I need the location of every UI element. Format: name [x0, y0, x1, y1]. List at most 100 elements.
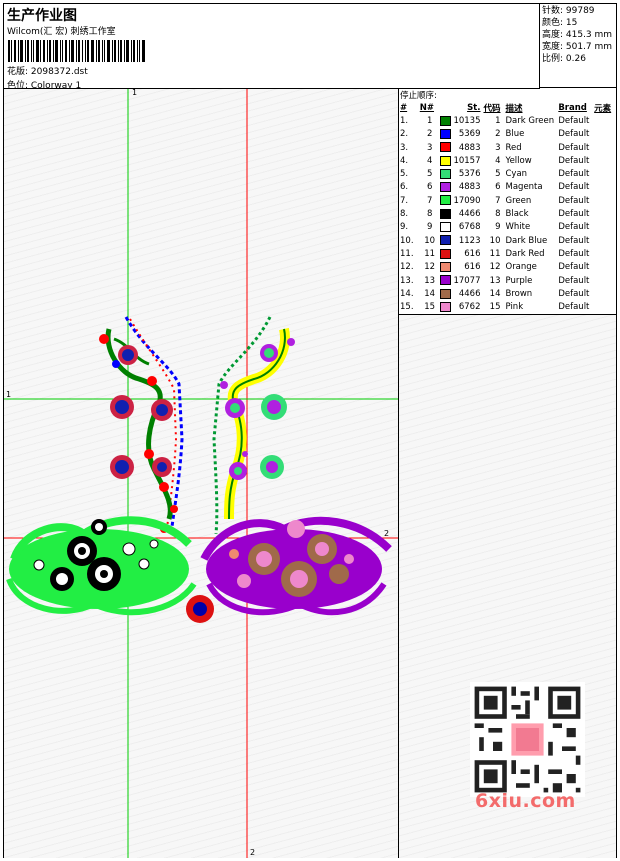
row-element	[594, 114, 616, 127]
table-row: 13. 13 17077 13 Purple Default	[399, 274, 616, 287]
watermark-text: 6xiu.com	[475, 790, 576, 812]
row-code: 1	[495, 115, 501, 126]
design-height: 高度: 415.3 mm	[542, 30, 613, 40]
row-needle: 9	[426, 222, 433, 233]
row-index: 13.	[400, 275, 414, 286]
header-needle: N#	[419, 102, 435, 113]
row-element	[594, 300, 616, 313]
row-needle: 14	[424, 288, 436, 299]
header-element: 元素	[594, 103, 612, 114]
row-description: Magenta	[505, 182, 543, 193]
row-element	[594, 274, 616, 287]
row-description: Yellow	[505, 155, 532, 166]
header-brand: Brand	[558, 102, 587, 113]
row-element	[594, 261, 616, 274]
color-swatch	[439, 141, 454, 154]
color-swatch-box	[439, 128, 451, 139]
qr-code-image	[470, 682, 585, 797]
right-floral-motif	[200, 516, 392, 616]
row-element	[594, 154, 616, 167]
table-row: 9. 9 6768 9 White Default	[399, 221, 616, 234]
row-code: 9	[495, 222, 501, 233]
row-brand: Default	[558, 262, 590, 273]
row-description: Black	[505, 209, 529, 220]
row-index: 14.	[400, 288, 414, 299]
row-description: Pink	[505, 302, 524, 313]
row-needle: 8	[426, 209, 433, 220]
row-needle: 1	[426, 115, 433, 126]
row-needle: 11	[424, 248, 436, 259]
header-code: 代码	[483, 103, 501, 114]
row-index: 15.	[400, 302, 414, 313]
row-description: Purple	[505, 275, 533, 286]
row-needle: 2	[426, 129, 433, 140]
color-swatch-box	[439, 208, 451, 219]
row-description: Brown	[505, 288, 533, 299]
barcode-image	[8, 40, 145, 62]
row-brand: Default	[558, 195, 590, 206]
page-title: 生产作业图	[7, 8, 77, 24]
row-brand: Default	[558, 288, 590, 299]
row-brand: Default	[558, 248, 590, 259]
color-swatch	[439, 221, 454, 234]
row-brand: Default	[558, 302, 590, 313]
row-index: 3.	[400, 142, 409, 153]
color-swatch	[439, 167, 454, 180]
row-code: 11	[489, 248, 501, 259]
left-neck-band	[99, 316, 184, 533]
color-swatch	[439, 274, 454, 287]
row-brand: Default	[558, 129, 590, 140]
row-element	[594, 287, 616, 300]
color-swatch-box	[439, 235, 451, 246]
row-needle: 5	[426, 169, 433, 180]
row-stitches: 10135	[453, 115, 481, 126]
row-stitches: 616	[464, 262, 481, 273]
table-row: 7. 7 17090 7 Green Default	[399, 194, 616, 207]
row-description: Dark Red	[505, 248, 545, 259]
table-row: 4. 4 10157 4 Yellow Default	[399, 154, 616, 167]
design-scale: 比例: 0.26	[542, 54, 586, 64]
row-description: Cyan	[505, 169, 528, 180]
row-element	[594, 207, 616, 220]
header-panel: 生产作业图 Wilcom(汇 宏) 刺绣工作室 花版: 2098372.dst …	[4, 4, 540, 91]
header-index: #	[400, 102, 408, 113]
row-code: 12	[489, 262, 501, 273]
row-brand: Default	[558, 275, 590, 286]
row-index: 4.	[400, 155, 409, 166]
axis-label-h1: 1	[6, 390, 11, 399]
row-brand: Default	[558, 169, 590, 180]
color-swatch	[439, 181, 454, 194]
row-description: Dark Blue	[505, 235, 548, 246]
row-element	[594, 221, 616, 234]
row-stitches: 4466	[458, 288, 481, 299]
table-row: 5. 5 5376 5 Cyan Default	[399, 167, 616, 180]
row-index: 11.	[400, 248, 414, 259]
row-stitches: 5376	[458, 169, 481, 180]
row-brand: Default	[558, 142, 590, 153]
studio-subtitle: Wilcom(汇 宏) 刺绣工作室	[7, 27, 116, 37]
color-swatch	[439, 261, 454, 274]
row-description: Dark Green	[505, 115, 555, 126]
row-index: 10.	[400, 235, 414, 246]
row-code: 10	[489, 235, 501, 246]
row-element	[594, 181, 616, 194]
axis-label-v2: 2	[250, 848, 255, 857]
table-row: 1. 1 10135 1 Dark Green Default	[399, 114, 616, 127]
row-code: 13	[489, 275, 501, 286]
row-needle: 6	[426, 182, 433, 193]
table-row: 8. 8 4466 8 Black Default	[399, 207, 616, 220]
row-stitches: 616	[464, 248, 481, 259]
row-stitches: 1123	[458, 235, 481, 246]
row-stitches: 6762	[458, 302, 481, 313]
row-code: 4	[495, 155, 501, 166]
color-swatch-box	[439, 182, 451, 193]
design-filename: 花版: 2098372.dst	[7, 67, 88, 77]
row-description: Green	[505, 195, 532, 206]
row-code: 8	[495, 209, 501, 220]
row-needle: 12	[424, 262, 436, 273]
table-row: 11. 11 616 11 Dark Red Default	[399, 247, 616, 260]
row-element	[594, 194, 616, 207]
row-index: 2.	[400, 129, 409, 140]
color-swatch-box	[439, 195, 451, 206]
row-stitches: 10157	[453, 155, 481, 166]
